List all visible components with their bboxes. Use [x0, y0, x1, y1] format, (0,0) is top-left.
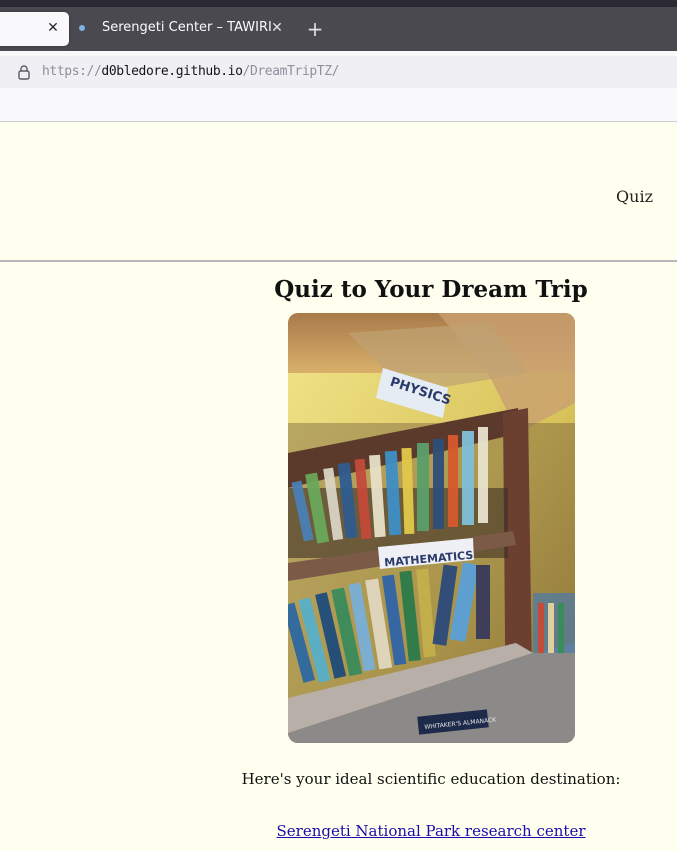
- back-icon[interactable]: ): [0, 65, 6, 79]
- tab-serengeti-center[interactable]: Serengeti Center – TAWIRI ✕: [72, 12, 294, 46]
- bookmarks-toolbar: [0, 94, 677, 122]
- close-icon[interactable]: ✕: [45, 20, 61, 36]
- result-link[interactable]: Serengeti National Park research center: [186, 822, 676, 840]
- close-icon[interactable]: ✕: [269, 20, 285, 36]
- result-text: Here's your ideal scientific education d…: [241, 770, 621, 788]
- url-path: /DreamTripTZ/: [242, 64, 340, 79]
- page-title: Quiz to Your Dream Trip: [274, 276, 588, 303]
- main-content: Quiz to Your Dream Trip MATHEMATICS PHYS…: [0, 262, 677, 851]
- nav-link-quiz[interactable]: Quiz: [616, 187, 653, 206]
- tab-active[interactable]: ✕: [0, 12, 69, 46]
- navigation-bar: ) https://d0bledore.github.io/DreamTripT…: [0, 51, 677, 94]
- favicon-icon: [79, 25, 85, 31]
- bookshelf-photo: MATHEMATICS PHYSICS WHITAKER'S ALMANACK: [288, 313, 575, 743]
- tab-bar: ✕ Serengeti Center – TAWIRI ✕ +: [0, 7, 677, 51]
- tab-title: Serengeti Center – TAWIRI: [102, 20, 272, 35]
- site-header: Quiz: [0, 122, 677, 262]
- lock-icon[interactable]: [17, 64, 31, 80]
- new-tab-icon[interactable]: +: [305, 19, 325, 39]
- url-scheme: https://: [42, 64, 102, 79]
- url-text[interactable]: https://d0bledore.github.io/DreamTripTZ/: [42, 64, 339, 79]
- window-top-strip: [0, 0, 677, 7]
- url-bar[interactable]: ) https://d0bledore.github.io/DreamTripT…: [0, 56, 677, 88]
- url-host: d0bledore.github.io: [101, 64, 243, 79]
